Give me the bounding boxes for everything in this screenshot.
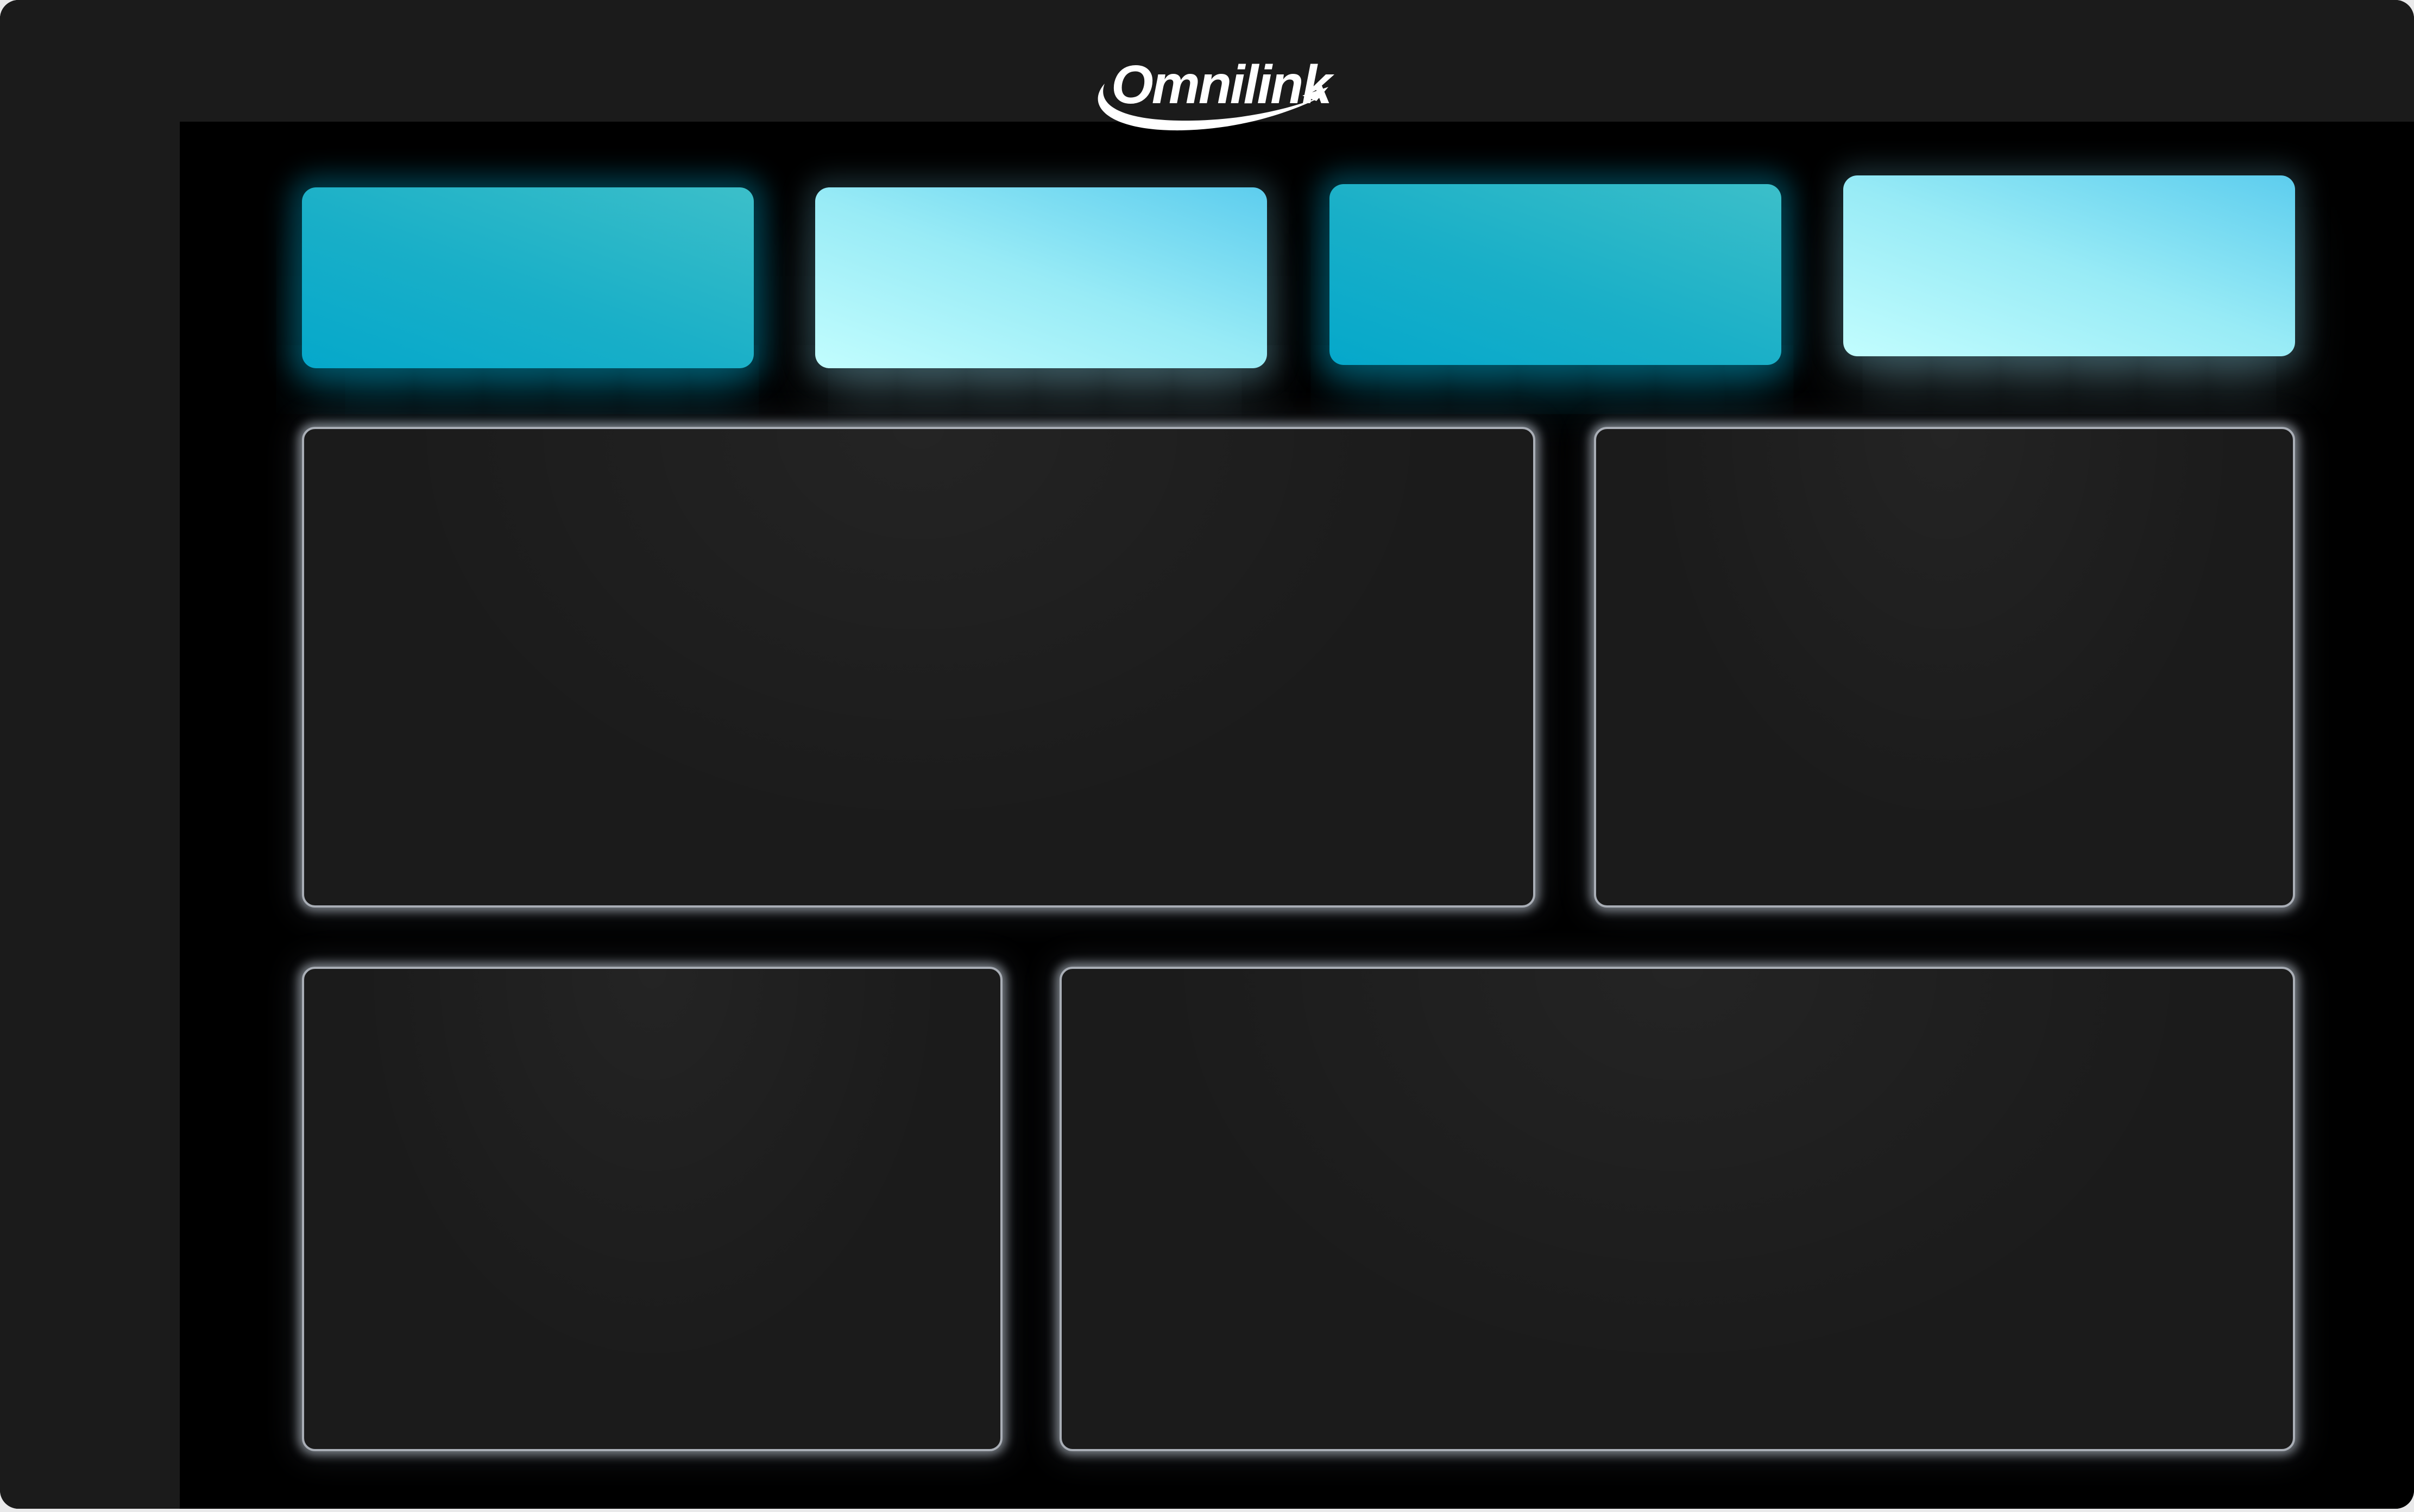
omnilink-logo: Omnilink xyxy=(1089,54,1332,152)
panel-top-right-body xyxy=(1596,429,2293,905)
panel-top-left[interactable] xyxy=(302,427,1535,908)
app-window: Omnilink xyxy=(0,0,2414,1509)
panel-bottom-right[interactable] xyxy=(1060,967,2295,1451)
panel-bottom-left[interactable] xyxy=(302,967,1003,1451)
kpi-card-2[interactable] xyxy=(815,187,1267,368)
kpi-card-3[interactable] xyxy=(1329,184,1781,365)
panel-bottom-left-body xyxy=(304,969,1000,1449)
kpi-card-4[interactable] xyxy=(1843,175,2295,356)
panel-bottom-right-body xyxy=(1062,969,2293,1449)
kpi-card-1[interactable] xyxy=(302,187,754,368)
sidebar xyxy=(0,0,180,1509)
panel-top-left-body xyxy=(304,429,1533,905)
panel-top-right[interactable] xyxy=(1594,427,2295,908)
brand-name: Omnilink xyxy=(1111,54,1332,115)
